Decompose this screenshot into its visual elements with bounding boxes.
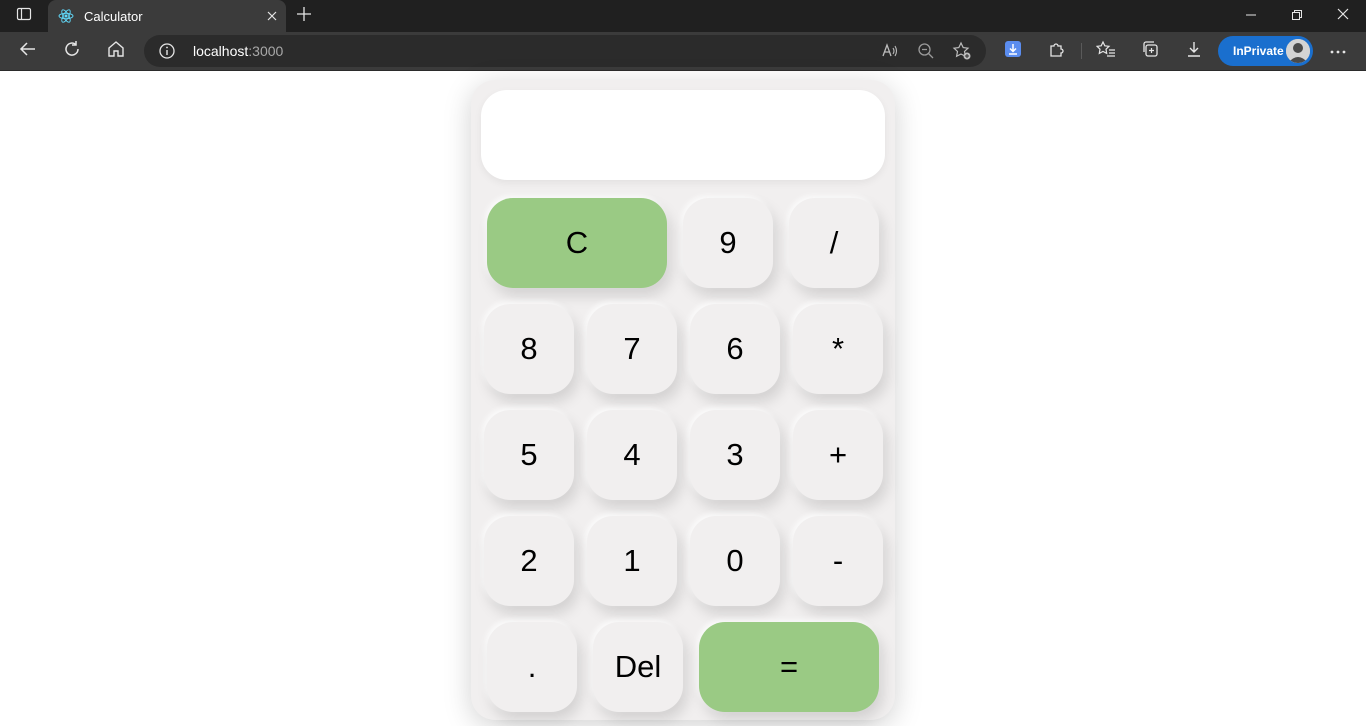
favorites-button[interactable] [1090,35,1122,67]
plus-icon [297,6,311,26]
close-icon [1337,7,1349,25]
browser-toolbar: localhost:3000 InPrivate [0,32,1366,71]
restore-button[interactable] [1274,0,1320,32]
back-arrow-icon [19,40,37,63]
downloads-button[interactable] [1178,35,1210,67]
tab-title: Calculator [84,8,143,24]
divide-button[interactable]: / [789,198,879,288]
key-7[interactable]: 7 [587,304,677,394]
collections-icon [1141,40,1159,63]
inprivate-button[interactable]: InPrivate [1218,36,1313,66]
collections-button[interactable] [1134,35,1166,67]
extensions-button[interactable] [1041,35,1073,67]
home-icon [107,40,125,63]
extension-download-button[interactable] [997,35,1029,67]
more-icon [1329,42,1347,60]
key-9[interactable]: 9 [683,198,773,288]
home-button[interactable] [100,35,132,67]
plus-button[interactable]: + [793,410,883,500]
refresh-button[interactable] [56,35,88,67]
zoom-out-icon[interactable] [913,38,939,64]
key-5[interactable]: 5 [484,410,574,500]
key-8[interactable]: 8 [484,304,574,394]
url-port: :3000 [248,43,284,59]
download-icon [1185,40,1203,63]
address-bar[interactable]: localhost:3000 [144,35,986,67]
delete-button[interactable]: Del [593,622,683,712]
key-1[interactable]: 1 [587,516,677,606]
calculator: C 9 / 8 7 6 * 5 4 3 + 2 1 0 - . Del = [471,80,895,720]
key-6[interactable]: 6 [690,304,780,394]
key-4[interactable]: 4 [587,410,677,500]
tab-actions-button[interactable] [0,0,48,32]
profile-avatar-icon [1286,39,1310,63]
inprivate-label: InPrivate [1233,44,1284,58]
title-bar: Calculator [0,0,1366,32]
clear-button[interactable]: C [487,198,667,288]
url-host: localhost [193,43,249,59]
minimize-button[interactable] [1228,0,1274,32]
minimize-icon [1246,7,1256,25]
window-controls [1228,0,1366,32]
close-window-button[interactable] [1320,0,1366,32]
restore-icon [1292,7,1302,25]
key-0[interactable]: 0 [690,516,780,606]
new-tab-button[interactable] [290,2,318,30]
refresh-icon [63,40,81,63]
close-tab-icon[interactable] [258,2,286,30]
decimal-button[interactable]: . [487,622,577,712]
favorites-icon [1095,40,1116,63]
toolbar-divider [1081,43,1082,59]
react-icon [58,8,74,24]
key-3[interactable]: 3 [690,410,780,500]
key-2[interactable]: 2 [484,516,574,606]
puzzle-icon [1048,40,1066,63]
back-button[interactable] [12,35,44,67]
equals-button[interactable]: = [699,622,879,712]
info-icon[interactable] [158,42,176,60]
tab-actions-icon [16,6,32,27]
read-aloud-icon[interactable] [877,38,903,64]
download-extension-icon [1004,40,1022,63]
settings-more-button[interactable] [1322,35,1354,67]
add-favorite-icon[interactable] [949,38,975,64]
calculator-display [481,90,885,180]
url-text: localhost:3000 [193,43,283,59]
multiply-button[interactable]: * [793,304,883,394]
browser-tab[interactable]: Calculator [48,0,286,32]
minus-button[interactable]: - [793,516,883,606]
